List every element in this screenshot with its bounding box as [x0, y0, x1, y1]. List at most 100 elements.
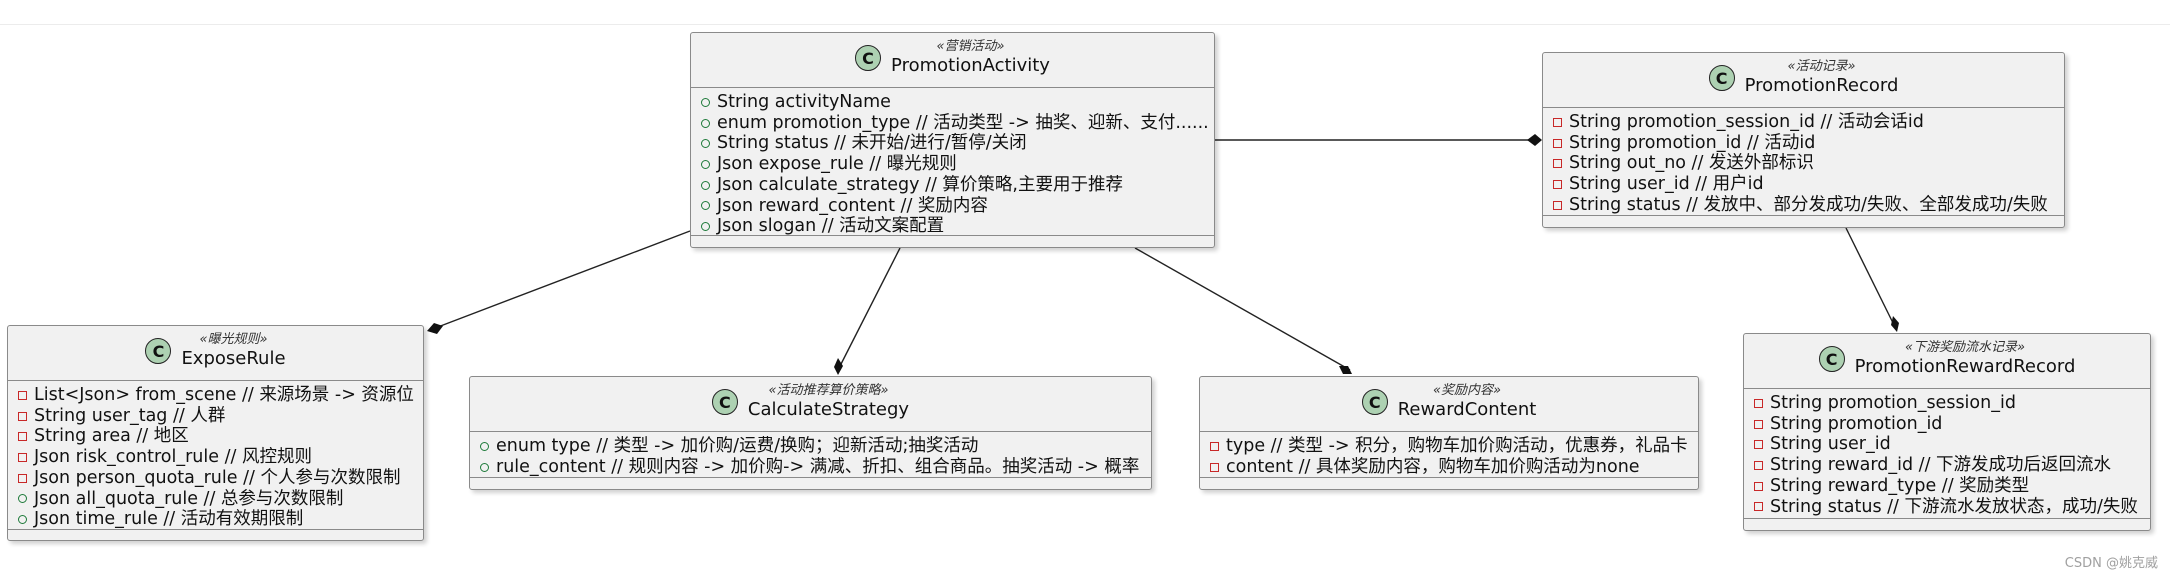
- attribute-row: enum type // 类型 -> 加价购/运费/换购；迎新活动;抽奖活动: [480, 436, 1141, 457]
- private-visibility-icon: [1754, 460, 1763, 470]
- attribute-row: String promotion_session_id: [1754, 393, 2140, 414]
- link-record-reward-record: [1845, 227, 1896, 328]
- private-visibility-icon: [18, 390, 27, 400]
- attribute-row: String reward_id // 下游发成功后返回流水: [1754, 455, 2140, 476]
- class-name: PromotionRecord: [1744, 75, 1899, 96]
- attribute-list: String promotion_session_id // 活动会话id St…: [1543, 108, 2064, 222]
- private-visibility-icon: [18, 411, 27, 421]
- class-c-icon: C: [1818, 346, 1845, 372]
- class-promotion-reward-record[interactable]: C «下游奖励流水记录» PromotionRewardRecord Strin…: [1743, 333, 2151, 531]
- class-header: C «曝光规则» ExposeRule: [8, 326, 423, 381]
- attribute-row: String area // 地区: [18, 426, 413, 447]
- class-name: PromotionActivity: [891, 55, 1050, 76]
- public-visibility-icon: [480, 462, 489, 472]
- attribute-row: Json calculate_strategy // 算价策略,主要用于推荐: [701, 175, 1204, 196]
- link-activity-strategy: [837, 247, 901, 371]
- class-header: C «下游奖励流水记录» PromotionRewardRecord: [1744, 334, 2150, 389]
- class-stereotype: «奖励内容»: [1432, 383, 1502, 398]
- private-visibility-icon: [1210, 462, 1219, 472]
- private-visibility-icon: [1754, 440, 1763, 450]
- attribute-row: Json person_quota_rule // 个人参与次数限制: [18, 468, 413, 489]
- attribute-row: String status // 下游流水发放状态，成功/失败: [1754, 497, 2140, 518]
- attribute-row: Json risk_control_rule // 风控规则: [18, 447, 413, 468]
- methods-divider: [1200, 477, 1698, 478]
- composition-diamond-record: [1527, 134, 1542, 146]
- class-name: RewardContent: [1397, 399, 1537, 420]
- class-c-icon: C: [1361, 389, 1388, 415]
- composition-diamond-expose: [427, 323, 443, 334]
- attribute-row: String promotion_id // 活动id: [1553, 133, 2054, 154]
- attribute-row: Json expose_rule // 曝光规则: [701, 154, 1204, 175]
- class-stereotype: «活动记录»: [1787, 59, 1856, 74]
- private-visibility-icon: [1754, 398, 1763, 408]
- attribute-row: rule_content // 规则内容 -> 加价购-> 满减、折扣、组合商品…: [480, 457, 1141, 478]
- attribute-row: String status // 未开始/进行/暂停/关闭: [701, 133, 1204, 154]
- class-expose-rule[interactable]: C «曝光规则» ExposeRule List<Json> from_scen…: [7, 325, 424, 541]
- attribute-row: List<Json> from_scene // 来源场景 -> 资源位: [18, 385, 414, 406]
- attribute-list: enum type // 类型 -> 加价购/运费/换购；迎新活动;抽奖活动 r…: [470, 432, 1151, 483]
- private-visibility-icon: [1754, 481, 1763, 491]
- attribute-row: String out_no // 发送外部标识: [1553, 153, 2054, 174]
- class-name: CalculateStrategy: [747, 399, 910, 420]
- private-visibility-icon: [1553, 117, 1562, 127]
- private-visibility-icon: [1553, 138, 1562, 148]
- link-activity-reward: [1134, 247, 1351, 371]
- public-visibility-icon: [701, 159, 710, 169]
- methods-divider: [1744, 518, 2150, 519]
- attribute-list: String activityName enum promotion_type …: [691, 88, 1214, 243]
- class-name: PromotionRewardRecord: [1854, 356, 2076, 377]
- attribute-row: String user_id: [1754, 434, 2140, 455]
- class-calculate-strategy[interactable]: C «活动推荐算价策略» CalculateStrategy enum type…: [469, 376, 1152, 490]
- private-visibility-icon: [1210, 441, 1219, 451]
- attribute-row: String promotion_session_id // 活动会话id: [1553, 112, 2054, 133]
- class-stereotype: «营销活动»: [936, 39, 1005, 54]
- composition-diamond-strategy: [834, 358, 843, 375]
- methods-divider: [470, 477, 1151, 478]
- class-stereotype: «曝光规则»: [199, 332, 268, 347]
- private-visibility-icon: [1754, 502, 1763, 512]
- private-visibility-icon: [1553, 200, 1562, 210]
- public-visibility-icon: [18, 515, 27, 525]
- attribute-list: String promotion_session_id String promo…: [1744, 389, 2150, 523]
- class-header: C «活动记录» PromotionRecord: [1543, 53, 2064, 108]
- attribute-row: String user_tag // 人群: [18, 406, 413, 427]
- public-visibility-icon: [701, 97, 710, 107]
- attribute-row: String promotion_id: [1754, 414, 2140, 435]
- class-reward-content[interactable]: C «奖励内容» RewardContent type // 类型 -> 积分，…: [1199, 376, 1699, 490]
- attribute-row: enum promotion_type // 活动类型 -> 抽奖、迎新、支付.…: [701, 113, 1209, 134]
- attribute-row: Json reward_content // 奖励内容: [701, 196, 1204, 217]
- public-visibility-icon: [701, 139, 710, 149]
- private-visibility-icon: [1754, 419, 1763, 429]
- class-header: C «奖励内容» RewardContent: [1200, 377, 1698, 432]
- attribute-list: List<Json> from_scene // 来源场景 -> 资源位 Str…: [8, 381, 423, 536]
- attribute-row: String activityName: [701, 92, 1204, 113]
- private-visibility-icon: [1553, 159, 1562, 169]
- public-visibility-icon: [480, 441, 489, 451]
- private-visibility-icon: [18, 432, 27, 442]
- class-stereotype: «下游奖励流水记录»: [1904, 340, 2026, 355]
- watermark: CSDN @姚克威: [2064, 556, 2158, 571]
- class-promotion-record[interactable]: C «活动记录» PromotionRecord String promotio…: [1542, 52, 2065, 228]
- class-promotion-activity[interactable]: C «营销活动» PromotionActivity String activi…: [690, 32, 1215, 248]
- methods-divider: [691, 235, 1214, 236]
- public-visibility-icon: [701, 180, 710, 190]
- composition-diamond-reward: [1339, 366, 1352, 374]
- private-visibility-icon: [18, 452, 27, 462]
- attribute-list: type // 类型 -> 积分，购物车加价购活动，优惠券，礼品卡 conten…: [1200, 432, 1698, 483]
- attribute-row: type // 类型 -> 积分，购物车加价购活动，优惠券，礼品卡: [1210, 436, 1688, 457]
- private-visibility-icon: [1553, 179, 1562, 189]
- composition-diamond-reward-record: [1891, 316, 1899, 332]
- attribute-row: String status // 发放中、部分发成功/失败、全部发成功/失败: [1553, 195, 2054, 216]
- class-c-icon: C: [711, 389, 738, 415]
- public-visibility-icon: [701, 118, 710, 128]
- methods-divider: [8, 529, 423, 530]
- attribute-row: content // 具体奖励内容，购物车加价购活动为none: [1210, 457, 1688, 478]
- public-visibility-icon: [18, 494, 27, 504]
- attribute-row: Json slogan // 活动文案配置: [701, 216, 1204, 237]
- class-stereotype: «活动推荐算价策略»: [768, 383, 889, 398]
- class-header: C «营销活动» PromotionActivity: [691, 33, 1214, 88]
- class-c-icon: C: [855, 45, 882, 71]
- methods-divider: [1543, 215, 2064, 216]
- class-c-icon: C: [1708, 65, 1735, 91]
- attribute-row: String reward_type // 奖励类型: [1754, 476, 2140, 497]
